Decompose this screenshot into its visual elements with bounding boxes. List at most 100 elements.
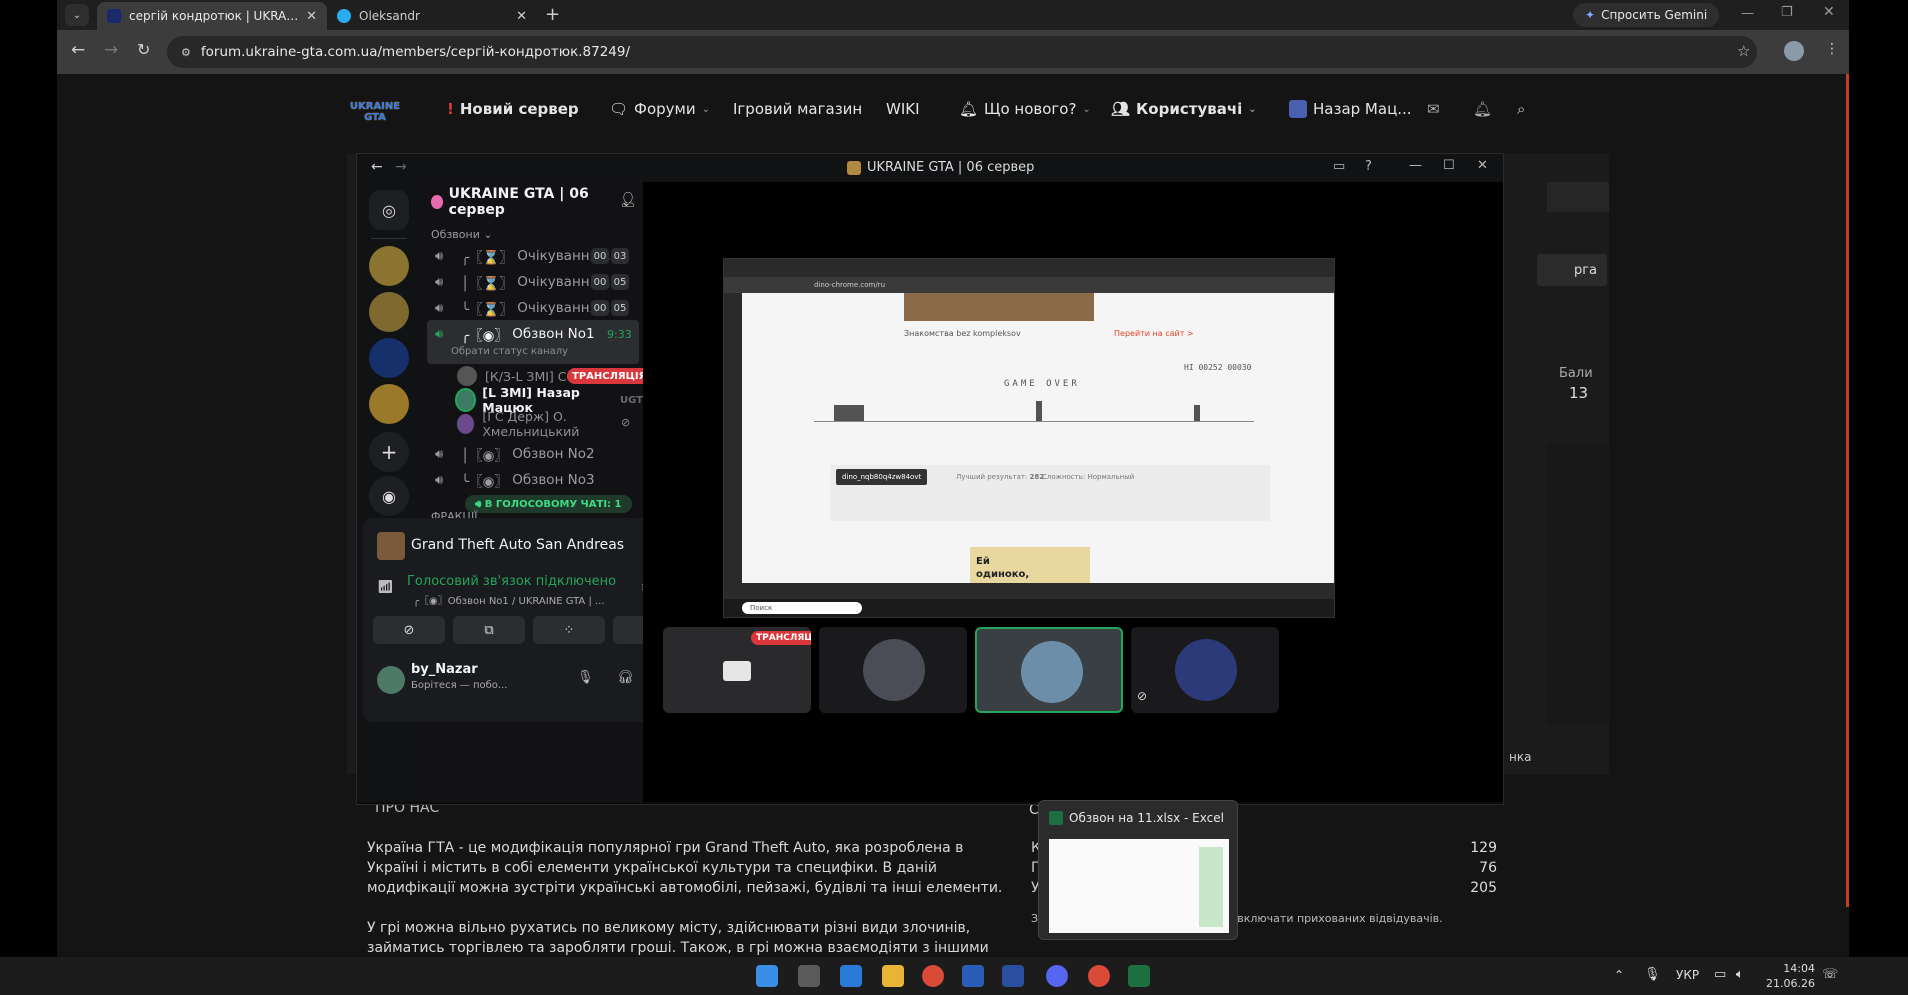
nav-user-account[interactable]: Назар Мац... (1289, 100, 1412, 118)
microphone-icon[interactable]: 🎙︎ (577, 670, 594, 685)
voice-chat-pill[interactable]: 🔊︎ В ГОЛОСОВОМУ ЧАТІ: 1 (465, 495, 632, 513)
discord-home-icon[interactable]: ◎ (369, 190, 409, 230)
nav-label: Форуми (634, 100, 696, 118)
tile-user-crest[interactable]: ⊘ (1131, 627, 1279, 713)
file-explorer-icon[interactable] (882, 965, 904, 987)
user-avatar[interactable] (377, 666, 405, 694)
excel-preview[interactable]: Обзвон на 11.xlsx - Excel (1038, 800, 1238, 940)
chrome-profile-icon[interactable] (1088, 965, 1110, 987)
alerts-bell-icon[interactable]: 🔔︎ (1473, 100, 1492, 118)
task-view-icon[interactable] (798, 965, 820, 987)
inbox-icon[interactable]: ▭ (1333, 159, 1345, 174)
points-value: 13 (1569, 384, 1589, 402)
chevron-down-icon: ⌄ (1082, 103, 1091, 115)
nav-whats-new[interactable]: 🔔︎ Що нового? ⌄ (959, 100, 1091, 118)
invite-icon[interactable]: 👤︎ (619, 192, 637, 208)
close-icon[interactable]: ✕ (1477, 158, 1488, 173)
voice-channel-name[interactable]: ╭〖◉〗Обзвон No1 / UKRAINE GTA | ... (413, 592, 605, 607)
nav-wiki[interactable]: WIKI (886, 100, 920, 118)
tile-stream[interactable]: ТРАНСЛЯЦІЯ (663, 627, 811, 713)
bookmark-star-icon[interactable]: ☆ (1737, 42, 1750, 60)
help-icon[interactable]: ? (1365, 159, 1372, 174)
notifications-icon[interactable]: ☏ (1822, 967, 1838, 982)
users-icon: 👥︎ (1111, 100, 1131, 118)
nav-users[interactable]: 👥︎ Користувачі ⌄ (1111, 100, 1257, 118)
best-score: Лучший результат: 282 (956, 473, 1044, 481)
chevron-up-icon[interactable]: ⌃ (1614, 968, 1624, 982)
dino-cactus-group (834, 405, 864, 421)
maximize-icon[interactable]: ☐ (1443, 158, 1455, 173)
tab-forum-profile[interactable]: сергій кондротюк | UKRAINE G ✕ (97, 2, 327, 30)
volume-icon[interactable]: 🔈︎ (1736, 967, 1744, 982)
voice-status: Голосовий зв'язок підключено (407, 574, 617, 589)
chrome-icon[interactable] (922, 965, 944, 987)
points-label: Бали (1559, 366, 1593, 381)
reload-icon[interactable]: ↻ (137, 40, 150, 59)
tab-telegram[interactable]: Oleksandr ✕ (327, 2, 537, 30)
server-header[interactable]: UKRAINE GTA | 06 сервер ⌄ (431, 186, 631, 218)
app-icon[interactable] (962, 965, 984, 987)
window-title: UKRAINE GTA | 06 сервер (847, 160, 1034, 175)
profile-action-button[interactable]: рга (1537, 254, 1607, 286)
tile-user-cat[interactable] (819, 627, 967, 713)
forward-icon[interactable]: → (395, 159, 407, 175)
profile-avatar[interactable] (1784, 41, 1804, 61)
server-07-icon[interactable] (369, 292, 409, 332)
clock[interactable]: 14:04 21.06.26 (1766, 961, 1815, 991)
sidebar-link[interactable]: нка (1509, 750, 1531, 764)
discord-icon[interactable] (1046, 965, 1068, 987)
microphone-tray-icon[interactable]: 🎙︎ (1644, 967, 1661, 982)
channel-status[interactable]: Обрати статус каналу (451, 346, 568, 357)
category-calls[interactable]: Обзвони ⌄ (431, 228, 493, 241)
screen-share-button[interactable]: ⧉ (453, 616, 525, 644)
server-blue-icon[interactable] (369, 338, 409, 378)
exclamation-icon: ! (447, 100, 454, 118)
activities-button[interactable]: ⁘ (533, 616, 605, 644)
forward-icon[interactable]: → (104, 40, 118, 60)
excel-taskbar-icon[interactable] (1128, 965, 1150, 987)
network-icon[interactable]: ▭ (1714, 967, 1726, 982)
dino-character (1036, 401, 1042, 421)
tile-user-speaking[interactable] (975, 627, 1123, 713)
start-icon[interactable] (756, 965, 778, 987)
nav-forums[interactable]: 🗨 Форуми ⌄ (609, 100, 710, 118)
back-icon[interactable]: ← (71, 40, 85, 60)
camera-off-button[interactable]: ⊘ (373, 616, 445, 644)
language-indicator[interactable]: УКР (1676, 968, 1699, 982)
discover-icon[interactable]: ◉ (369, 476, 409, 516)
site-logo[interactable]: UKRAINE GTA (347, 96, 403, 128)
search-icon[interactable]: ⌕ (1517, 100, 1525, 118)
store-icon[interactable] (840, 965, 862, 987)
inbox-icon[interactable]: ✉ (1427, 100, 1440, 118)
channel-call-2[interactable]: 🔊︎ │〖◉〗 Обзвон No2 (427, 440, 639, 468)
close-tab-icon[interactable]: ✕ (516, 9, 527, 24)
server-06-icon[interactable] (369, 384, 409, 424)
tab-search-button[interactable]: ⌄ (65, 4, 89, 26)
address-bar[interactable]: ⚙ forum.ukraine-gta.com.ua/members/сергі… (167, 36, 1757, 68)
gemini-button[interactable]: ✦ Спросить Gemini (1573, 3, 1720, 27)
new-tab-button[interactable]: + (545, 4, 560, 25)
minimize-icon[interactable]: — (1409, 158, 1422, 173)
add-server-icon[interactable]: + (369, 432, 409, 472)
stat-value: 205 (1470, 880, 1497, 896)
nav-new-server[interactable]: ! Новий сервер (447, 100, 579, 118)
muted-mic-icon: ⊘ (621, 416, 631, 429)
server-02-icon[interactable] (369, 246, 409, 286)
app-icon-2[interactable] (1002, 965, 1024, 987)
signal-icon: 📶︎ (377, 580, 394, 595)
browser-menu-icon[interactable]: ⋮ (1825, 41, 1839, 57)
headphones-icon[interactable]: 🎧︎ (617, 670, 634, 685)
site-info-icon[interactable]: ⚙ (181, 46, 191, 59)
speaker-icon: 🔊︎ (435, 472, 444, 488)
minimize-window-icon[interactable]: — (1741, 6, 1754, 21)
close-tab-icon[interactable]: ✕ (306, 9, 317, 24)
restore-window-icon[interactable]: ❐ (1781, 5, 1793, 20)
close-window-icon[interactable]: ✕ (1823, 4, 1835, 20)
back-icon[interactable]: ← (371, 159, 383, 175)
member-3[interactable]: [ГС Держ] О. Хмельницький (457, 409, 643, 439)
member-tag: UGT (620, 394, 643, 406)
channel-call-3[interactable]: 🔊︎ ╰〖◉〗 Обзвон No3 (427, 466, 639, 494)
shared-screen[interactable]: dino-chrome.com/ru Знакомства bez komple… (723, 258, 1335, 618)
nav-shop[interactable]: Ігровий магазин (733, 100, 862, 118)
about-line: займатись торгівлею та заробляти гроші. … (367, 940, 989, 956)
